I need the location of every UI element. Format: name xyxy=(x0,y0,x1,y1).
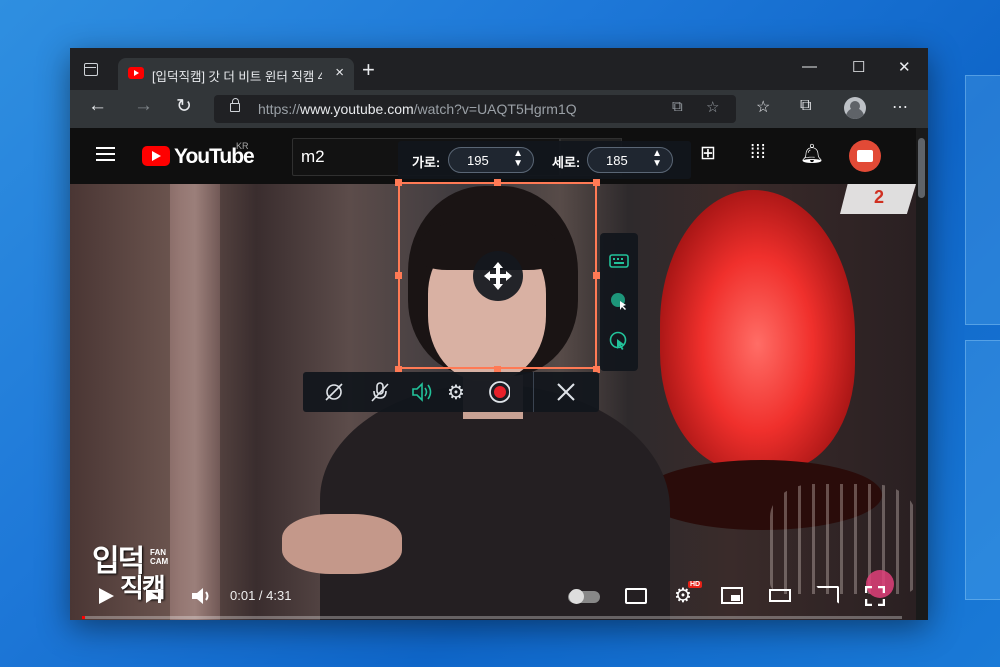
video-scene-performer-hand xyxy=(282,514,402,574)
width-value[interactable]: 195 xyxy=(467,153,489,168)
maximize-button[interactable]: ☐ xyxy=(852,58,865,76)
move-selection-button[interactable] xyxy=(473,251,523,301)
volume-icon[interactable] xyxy=(191,586,213,606)
capture-size-bar: 가로: 195 ▲ ▼ 세로: 185 ▲ ▼ xyxy=(398,141,691,179)
move-arrows-icon xyxy=(484,262,512,290)
system-audio-icon[interactable] xyxy=(411,381,433,403)
new-tab-button[interactable]: + xyxy=(362,57,375,83)
autoplay-knob xyxy=(569,589,584,604)
video-scene-fire xyxy=(660,190,855,470)
browser-toolbar: ← → ↻ https://www.youtube.com/watch?v=UA… xyxy=(70,90,928,128)
miniplayer-icon[interactable] xyxy=(721,587,743,604)
minimize-button[interactable]: — xyxy=(802,58,817,75)
watermark-small: FAN CAM xyxy=(150,548,169,566)
recording-toolbar: ⚙ xyxy=(303,372,599,412)
width-label: 가로: xyxy=(412,155,441,170)
play-icon[interactable] xyxy=(97,587,115,605)
collections-icon[interactable]: ⧉ xyxy=(800,97,811,115)
scrollbar-thumb[interactable] xyxy=(918,138,925,198)
watermark-number: 2 xyxy=(874,187,885,207)
back-button[interactable]: ← xyxy=(88,95,107,117)
record-start-icon[interactable] xyxy=(488,381,510,403)
apps-grid-icon[interactable]: ⁞⁞⁞ xyxy=(750,142,766,164)
tab-actions-icon[interactable] xyxy=(84,63,98,76)
video-scene-pillar xyxy=(170,184,220,620)
desktop-window-pane xyxy=(965,340,1000,600)
youtube-logo-icon[interactable] xyxy=(142,146,170,166)
webcam-off-icon[interactable] xyxy=(323,381,345,403)
time-display: 0:01 / 4:31 xyxy=(230,588,292,603)
search-value: m2 xyxy=(301,147,325,166)
video-scene-chandelier xyxy=(770,484,916,594)
account-avatar[interactable] xyxy=(849,140,881,172)
lock-icon[interactable] xyxy=(230,98,240,112)
channel-watermark-top: 2 xyxy=(840,184,916,214)
resize-handle-n[interactable] xyxy=(494,179,501,186)
cursor-highlight-icon[interactable] xyxy=(609,291,629,311)
autoplay-toggle[interactable] xyxy=(568,589,600,604)
resize-handle-w[interactable] xyxy=(395,272,402,279)
resize-handle-ne[interactable] xyxy=(593,179,600,186)
settings-more-button[interactable]: ⋯ xyxy=(892,97,908,117)
favorites-icon[interactable]: ☆ xyxy=(756,97,770,117)
desktop-window-pane xyxy=(965,75,1000,325)
close-window-button[interactable]: ✕ xyxy=(898,58,911,76)
video-scene-performer-body xyxy=(320,384,670,620)
subtitles-icon[interactable] xyxy=(625,588,647,604)
progress-bar[interactable] xyxy=(82,616,902,619)
youtube-favicon-icon xyxy=(128,67,144,79)
theater-mode-icon[interactable] xyxy=(769,589,791,602)
next-icon[interactable] xyxy=(145,588,163,604)
keyboard-icon[interactable] xyxy=(609,251,629,271)
url-host: www.youtube.com xyxy=(300,101,414,117)
region-code: KR xyxy=(236,141,249,151)
height-value[interactable]: 185 xyxy=(606,153,628,168)
notifications-bell-icon[interactable]: 🔔︎ xyxy=(800,142,824,166)
cast-icon[interactable] xyxy=(816,586,839,604)
click-effect-icon[interactable] xyxy=(609,331,629,351)
miniplayer-inner xyxy=(731,595,740,601)
height-stepper[interactable]: 185 ▲ ▼ xyxy=(587,147,673,173)
toolbar-divider xyxy=(533,372,534,412)
fullscreen-icon[interactable] xyxy=(865,586,885,606)
url-path: /watch?v=UAQT5Hgrm1Q xyxy=(413,101,577,117)
width-stepper[interactable]: 195 ▲ ▼ xyxy=(448,147,534,173)
url-prefix: https:// xyxy=(258,101,301,117)
profile-avatar[interactable] xyxy=(844,97,866,119)
hd-badge: HD xyxy=(688,581,703,588)
capture-side-toolbar xyxy=(600,233,638,371)
menu-icon[interactable] xyxy=(96,147,115,149)
microphone-off-icon[interactable] xyxy=(369,381,391,403)
reload-button[interactable]: ↻ xyxy=(176,95,192,118)
close-recorder-icon[interactable] xyxy=(555,381,577,403)
height-arrows-icon[interactable]: ▲ ▼ xyxy=(652,149,662,169)
url-text[interactable]: https://www.youtube.com/watch?v=UAQT5Hgr… xyxy=(258,101,577,117)
progress-fill xyxy=(82,616,86,619)
width-arrows-icon[interactable]: ▲ ▼ xyxy=(513,149,523,169)
forward-button[interactable]: → xyxy=(134,95,153,117)
add-favorite-icon[interactable]: ☆ xyxy=(706,98,719,116)
address-bar[interactable]: https://www.youtube.com/watch?v=UAQT5Hgr… xyxy=(214,95,736,123)
tab-title: [입덕직캠] 갓 더 비트 윈터 직캠 4K xyxy=(152,70,322,84)
resize-handle-nw[interactable] xyxy=(395,179,402,186)
tab-close-button[interactable]: × xyxy=(335,64,344,81)
page-scrollbar[interactable] xyxy=(916,128,928,620)
record-settings-icon[interactable]: ⚙ xyxy=(447,380,469,404)
open-in-app-icon[interactable]: ⧉ xyxy=(672,98,683,115)
title-bar: [입덕직캠] 갓 더 비트 윈터 직캠 4K × + — ☐ ✕ xyxy=(70,48,928,90)
tab-youtube[interactable]: [입덕직캠] 갓 더 비트 윈터 직캠 4K × xyxy=(118,58,354,90)
create-video-icon[interactable]: ⊞ xyxy=(700,142,716,165)
height-label: 세로: xyxy=(552,155,581,170)
resize-handle-e[interactable] xyxy=(593,272,600,279)
